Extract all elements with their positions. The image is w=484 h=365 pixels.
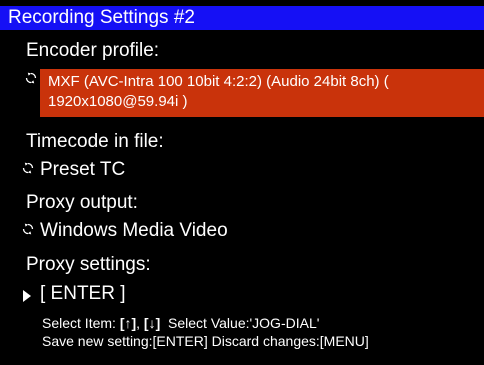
cycle-icon — [22, 223, 34, 235]
page-title: Recording Settings #2 — [8, 7, 195, 28]
proxy-settings-enter-text: [ ENTER ] — [40, 283, 126, 304]
right-triangle-icon — [22, 287, 32, 302]
comma: , — [136, 315, 141, 331]
cycle-icon — [22, 162, 34, 174]
help-line-2: Save new setting:[ENTER] Discard changes… — [42, 333, 369, 349]
select-item-label: Select Item: — [42, 315, 116, 331]
proxy-output-value-text: Windows Media Video — [40, 220, 228, 241]
proxy-settings-enter[interactable]: [ ENTER ] — [22, 283, 126, 305]
title-bar: Recording Settings #2 — [0, 6, 484, 30]
encoder-profile-value-text: MXF (AVC-Intra 100 10bit 4:2:2) (Audio 2… — [48, 73, 389, 110]
recording-settings-screen: Recording Settings #2 Encoder profile: M… — [0, 0, 484, 365]
encoder-profile-value[interactable]: MXF (AVC-Intra 100 10bit 4:2:2) (Audio 2… — [40, 69, 484, 117]
cycle-icon — [25, 71, 37, 84]
timecode-label: Timecode in file: — [26, 131, 164, 152]
encoder-profile-label: Encoder profile: — [26, 40, 160, 61]
proxy-output-label: Proxy output: — [26, 192, 138, 213]
select-value-label: Select Value:'JOG-DIAL' — [168, 315, 320, 331]
proxy-settings-label: Proxy settings: — [26, 254, 151, 275]
up-key: [↑] — [119, 315, 137, 331]
timecode-value[interactable]: Preset TC — [22, 159, 125, 181]
down-key: [↓] — [143, 315, 161, 331]
help-line-1: Select Item: [↑], [↓] Select Value:'JOG-… — [42, 315, 319, 332]
proxy-output-value[interactable]: Windows Media Video — [22, 220, 228, 242]
timecode-value-text: Preset TC — [40, 159, 126, 180]
